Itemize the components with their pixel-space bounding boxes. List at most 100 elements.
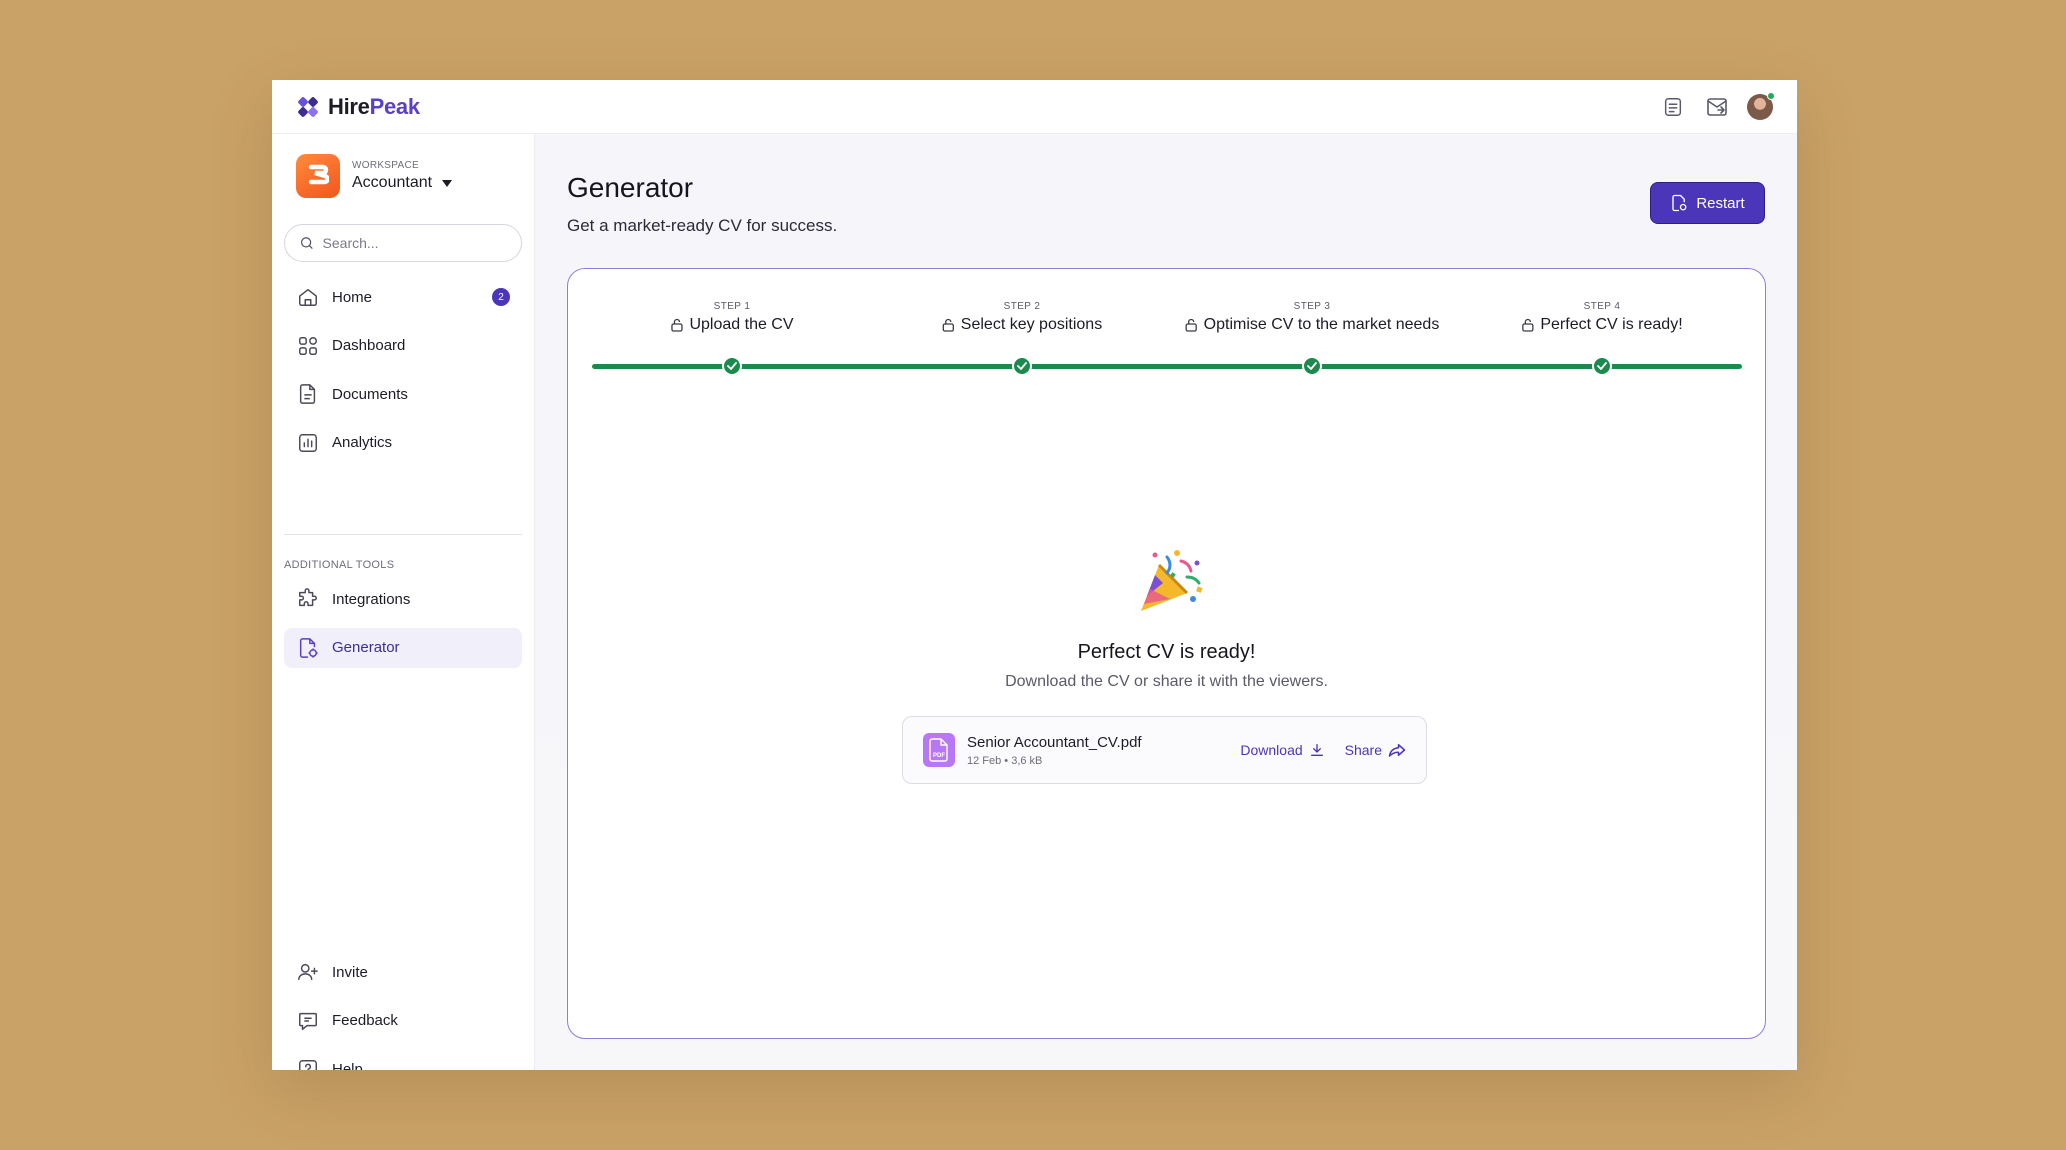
- page-title: Generator: [567, 172, 694, 203]
- search-box: [284, 224, 522, 262]
- home-icon: [296, 285, 320, 309]
- user-avatar[interactable]: [1747, 91, 1775, 120]
- document-icon: [296, 382, 320, 406]
- add-user-icon: [296, 960, 320, 984]
- analytics-icon: [296, 431, 320, 455]
- step-title: Select key positions: [942, 316, 1102, 334]
- workspace-switcher[interactable]: WORKSPACE Accountant: [296, 154, 453, 198]
- nav-item-feedback[interactable]: Feedback: [284, 1001, 522, 1041]
- step-1[interactable]: STEP 1 Upload the CV: [670, 301, 794, 334]
- pdf-file-icon: PDF: [923, 733, 955, 767]
- step-3-check-icon: [1302, 356, 1322, 376]
- top-actions: [1659, 91, 1775, 121]
- caret-down-icon: [442, 179, 453, 187]
- inbox-icon[interactable]: [1703, 93, 1731, 121]
- nav-label-analytics: Analytics: [332, 434, 393, 451]
- generated-file-card: PDF Senior Accountant_CV.pdf 12 Feb • 3,…: [902, 716, 1427, 784]
- nav-item-analytics[interactable]: Analytics: [284, 423, 522, 463]
- nav-label-feedback: Feedback: [332, 1012, 398, 1029]
- dashboard-icon: [296, 334, 320, 358]
- step-title-text: Upload the CV: [689, 316, 794, 333]
- step-4[interactable]: STEP 4 Perfect CV is ready!: [1521, 301, 1683, 334]
- nav-item-generator[interactable]: Generator: [284, 627, 522, 668]
- pdf-tag: PDF: [933, 753, 945, 759]
- sidebar-divider: [284, 534, 522, 535]
- chat-icon: [296, 1009, 320, 1033]
- main-content: Generator Get a market-ready CV for succ…: [535, 134, 1797, 1070]
- step-number: STEP 2: [1003, 301, 1041, 312]
- step-1-check-icon: [722, 356, 742, 376]
- search-input[interactable]: [322, 235, 507, 251]
- unlock-icon: [671, 318, 683, 332]
- workspace-logo-icon: [296, 154, 340, 198]
- logo-text-hire: Hire: [328, 93, 370, 119]
- page-subtitle: Get a market-ready CV for success.: [567, 216, 838, 235]
- nav-label-documents: Documents: [332, 385, 408, 403]
- unlock-icon: [1522, 318, 1534, 332]
- nav-label-help: Help: [332, 1060, 363, 1071]
- workspace-info: WORKSPACE Accountant: [352, 160, 453, 192]
- hirepeak-logo-icon: [298, 96, 318, 117]
- nav-label-invite: Invite: [332, 963, 368, 981]
- step-2-check-icon: [1012, 356, 1032, 376]
- restart-label: Restart: [1696, 194, 1745, 212]
- step-title-text: Perfect CV is ready!: [1540, 316, 1683, 333]
- share-label: Share: [1344, 742, 1382, 758]
- download-button[interactable]: Download: [1240, 742, 1324, 758]
- home-notification-badge: 2: [492, 288, 510, 306]
- step-title-text: Select key positions: [960, 316, 1103, 333]
- step-number: STEP 3: [1293, 301, 1331, 312]
- nav-item-home[interactable]: Home 2: [284, 277, 522, 317]
- sidebar: WORKSPACE Accountant Home 2: [272, 134, 535, 1070]
- download-label: Download: [1240, 742, 1303, 758]
- logo-text-peak: Peak: [369, 93, 420, 119]
- nav-label-integrations: Integrations: [332, 590, 411, 608]
- file-info: Senior Accountant_CV.pdf 12 Feb • 3,6 kB: [967, 734, 1142, 767]
- help-icon: [296, 1057, 320, 1070]
- search-icon: [300, 237, 313, 249]
- primary-nav: Home 2 Dashboard Documents Analytics: [284, 277, 522, 471]
- restart-icon: [1672, 194, 1687, 212]
- result-title: Perfect CV is ready!: [1077, 641, 1256, 663]
- nav-label-dashboard: Dashboard: [332, 337, 406, 354]
- logo[interactable]: HirePeak: [296, 94, 420, 120]
- tools-nav: Integrations Generator: [284, 579, 522, 676]
- unlock-icon: [1185, 318, 1197, 332]
- nav-item-help[interactable]: Help: [284, 1049, 522, 1070]
- nav-item-invite[interactable]: Invite: [284, 952, 522, 992]
- puzzle-icon: [296, 587, 320, 611]
- share-button[interactable]: Share: [1345, 742, 1406, 758]
- party-popper-icon: [1133, 547, 1205, 619]
- step-number: STEP 4: [1583, 301, 1621, 312]
- workspace-name-text: Accountant: [352, 174, 433, 191]
- workspace-name: Accountant: [352, 174, 453, 192]
- restart-button[interactable]: Restart: [1650, 182, 1765, 224]
- progress-bar: [592, 364, 1742, 369]
- step-3[interactable]: STEP 3 Optimise CV to the market needs: [1185, 301, 1440, 334]
- additional-tools-label: ADDITIONAL TOOLS: [284, 559, 395, 571]
- step-title: Optimise CV to the market needs: [1185, 316, 1440, 334]
- step-title-text: Optimise CV to the market needs: [1203, 316, 1440, 333]
- step-2[interactable]: STEP 2 Select key positions: [942, 301, 1102, 334]
- workspace-label: WORKSPACE: [352, 160, 419, 171]
- app-window: HirePeak WORKSPACE Accountant Search... …: [272, 80, 1797, 1070]
- nav-label-home: Home: [332, 288, 373, 306]
- step-title: Perfect CV is ready!: [1521, 316, 1683, 334]
- nav-item-documents[interactable]: Documents: [284, 374, 522, 414]
- online-status-dot: [1767, 91, 1775, 100]
- file-actions: Download Share: [1240, 742, 1406, 758]
- nav-item-integrations[interactable]: Integrations: [284, 579, 522, 619]
- top-bar: HirePeak: [272, 80, 1797, 134]
- file-name: Senior Accountant_CV.pdf: [967, 733, 1142, 751]
- generator-icon: [296, 636, 320, 660]
- step-4-check-icon: [1592, 356, 1612, 376]
- nav-item-dashboard[interactable]: Dashboard: [284, 326, 522, 366]
- step-number: STEP 1: [713, 301, 751, 312]
- unlock-icon: [942, 318, 954, 332]
- download-icon: [1310, 744, 1323, 756]
- step-title: Upload the CV: [670, 316, 794, 334]
- result-subtitle: Download the CV or share it with the vie…: [1005, 673, 1328, 690]
- logo-text: HirePeak: [328, 94, 420, 120]
- generator-card: STEP 1 Upload the CV STEP 2 Select key p…: [567, 268, 1766, 1039]
- notes-icon[interactable]: [1659, 93, 1687, 121]
